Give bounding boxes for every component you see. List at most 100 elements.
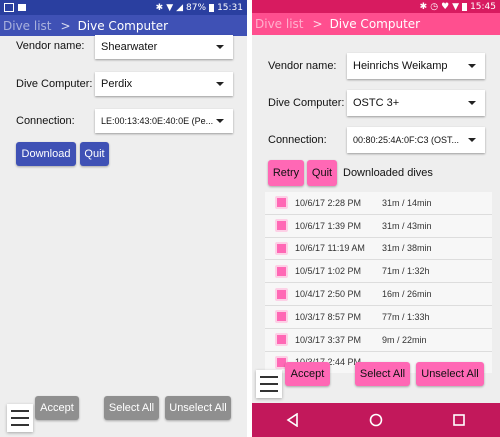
downloaded-dives-label: Downloaded dives [343,167,433,179]
dive-list-item[interactable]: 10/3/17 8:57 PM 77m / 1:33h [265,305,492,329]
dive-depth-duration: 16m / 26min [382,289,432,300]
dive-checkbox[interactable] [275,310,288,324]
breadcrumb-dive-list[interactable]: Dive list [3,19,52,33]
menu-icon-line [260,390,278,392]
dive-date: 10/3/17 3:37 PM [295,334,362,345]
breadcrumb-dive-computer: Dive Computer [77,18,169,33]
battery-icon [462,2,468,11]
dive-list-item[interactable]: 10/6/17 2:28 PM 31m / 14min [265,192,492,215]
wifi-icon: ▼ [166,2,174,13]
clock: 15:31 [217,2,243,13]
toolbar: Dive list > Dive Computer [252,13,500,35]
dive-date: 10/6/17 11:19 AM [295,243,365,254]
wifi-icon: ▼ [452,1,460,12]
menu-icon-line [260,376,278,378]
chevron-down-icon [216,45,224,49]
clock: 15:45 [470,1,496,12]
connection-select[interactable]: LE:00:13:43:0E:40:0E (Pe... [95,109,233,133]
image-notification-icon [4,3,14,12]
dive-depth-duration: 77m / 1:33h [382,311,430,322]
vendor-select[interactable]: Shearwater [95,35,233,59]
mail-notification-icon [18,4,26,11]
alarm-icon: ◷ [430,1,439,12]
signal-icon: ◢ [176,2,184,13]
quit-button[interactable]: Quit [80,142,109,166]
recents-icon[interactable] [452,413,466,427]
dive-depth-duration: 31m / 38min [382,243,432,254]
breadcrumb-dive-list[interactable]: Dive list [255,17,304,31]
dive-checkbox[interactable] [275,287,288,301]
home-icon[interactable] [369,413,383,427]
dive-computer-value: OSTC 3+ [353,97,400,109]
connection-value: LE:00:13:43:0E:40:0E (Pe... [101,116,214,126]
chevron-down-icon [216,82,224,86]
menu-icon-line [11,410,29,412]
menu-icon-line [260,383,278,385]
breadcrumb-separator: > [60,18,71,33]
vendor-value: Shearwater [101,41,158,53]
dive-depth-duration: 31m / 14min [382,197,432,208]
dive-depth-duration: 31m / 43min [382,220,432,231]
connection-label: Connection: [268,134,327,146]
breadcrumb-separator: > [312,17,323,31]
dive-checkbox[interactable] [275,264,288,278]
select-all-button[interactable]: Select All [104,396,159,420]
vendor-select[interactable]: Heinrichs Weikamp [347,53,485,79]
menu-button[interactable] [7,404,33,432]
back-icon[interactable] [286,413,300,427]
select-all-button[interactable]: Select All [355,362,410,386]
chevron-down-icon [468,64,476,68]
dive-checkbox[interactable] [275,219,288,233]
menu-icon-line [11,417,29,419]
quit-button[interactable]: Quit [307,160,337,186]
download-button[interactable]: Download [16,142,76,166]
bluetooth-icon: ✱ [419,1,428,12]
dive-date: 10/3/17 8:57 PM [295,311,362,322]
connection-label: Connection: [16,115,75,127]
chevron-down-icon [468,101,476,105]
vendor-label: Vendor name: [16,40,85,52]
dive-date: 10/6/17 2:28 PM [295,197,362,208]
vendor-value: Heinrichs Weikamp [353,60,448,72]
dive-depth-duration: 9m / 22min [382,334,427,345]
breadcrumb-dive-computer: Dive Computer [329,17,421,31]
dive-list-item[interactable]: 10/5/17 1:02 PM 71m / 1:32h [265,260,492,284]
dive-list-item[interactable]: 10/3/17 3:37 PM 9m / 22min [265,328,492,352]
menu-button[interactable] [256,370,282,398]
dive-date: 10/4/17 2:50 PM [295,289,362,300]
bluetooth-icon: ✱ [155,2,164,13]
dive-checkbox[interactable] [275,196,288,210]
dive-date: 10/5/17 1:02 PM [295,266,362,277]
heart-icon: ♥ [441,1,450,12]
left-screen: ✱ ▼ ◢ 87% 15:31 Dive list > Dive Compute… [0,0,247,437]
dive-list-item[interactable]: 10/6/17 1:39 PM 31m / 43min [265,214,492,238]
dive-computer-label: Dive Computer: [268,97,345,109]
unselect-all-button[interactable]: Unselect All [416,362,484,386]
menu-icon-line [11,424,29,426]
dive-depth-duration: 71m / 1:32h [382,266,430,277]
dive-list-item[interactable]: 10/6/17 11:19 AM 31m / 38min [265,237,492,261]
toolbar: Dive list > Dive Computer [0,15,247,36]
chevron-down-icon [216,119,224,123]
dive-checkbox[interactable] [275,241,288,255]
connection-value: 00:80:25:4A:0F:C3 (OST... [353,135,460,145]
dive-checkbox[interactable] [275,333,288,347]
retry-button[interactable]: Retry [268,160,304,186]
android-nav-bar [252,403,500,437]
dive-list-item[interactable]: 10/4/17 2:50 PM 16m / 26min [265,283,492,306]
chevron-down-icon [468,138,476,142]
battery-percent: 87% [186,2,207,13]
unselect-all-button[interactable]: Unselect All [165,396,231,420]
dive-computer-select[interactable]: OSTC 3+ [347,90,485,116]
dive-list[interactable]: 10/6/17 2:28 PM 31m / 14min 10/6/17 1:39 P… [265,192,492,373]
dive-computer-value: Perdix [101,78,133,90]
vendor-label: Vendor name: [268,60,337,72]
connection-select[interactable]: 00:80:25:4A:0F:C3 (OST... [347,127,485,153]
accept-button[interactable]: Accept [35,396,79,420]
battery-icon [209,3,215,12]
accept-button[interactable]: Accept [285,362,330,386]
dive-computer-select[interactable]: Perdix [95,72,233,96]
right-screen: ✱ ◷ ♥ ▼ 15:45 Dive list > Dive Computer … [252,0,500,437]
status-bar: ✱ ▼ ◢ 87% 15:31 [0,0,247,15]
dive-computer-label: Dive Computer: [16,78,93,90]
